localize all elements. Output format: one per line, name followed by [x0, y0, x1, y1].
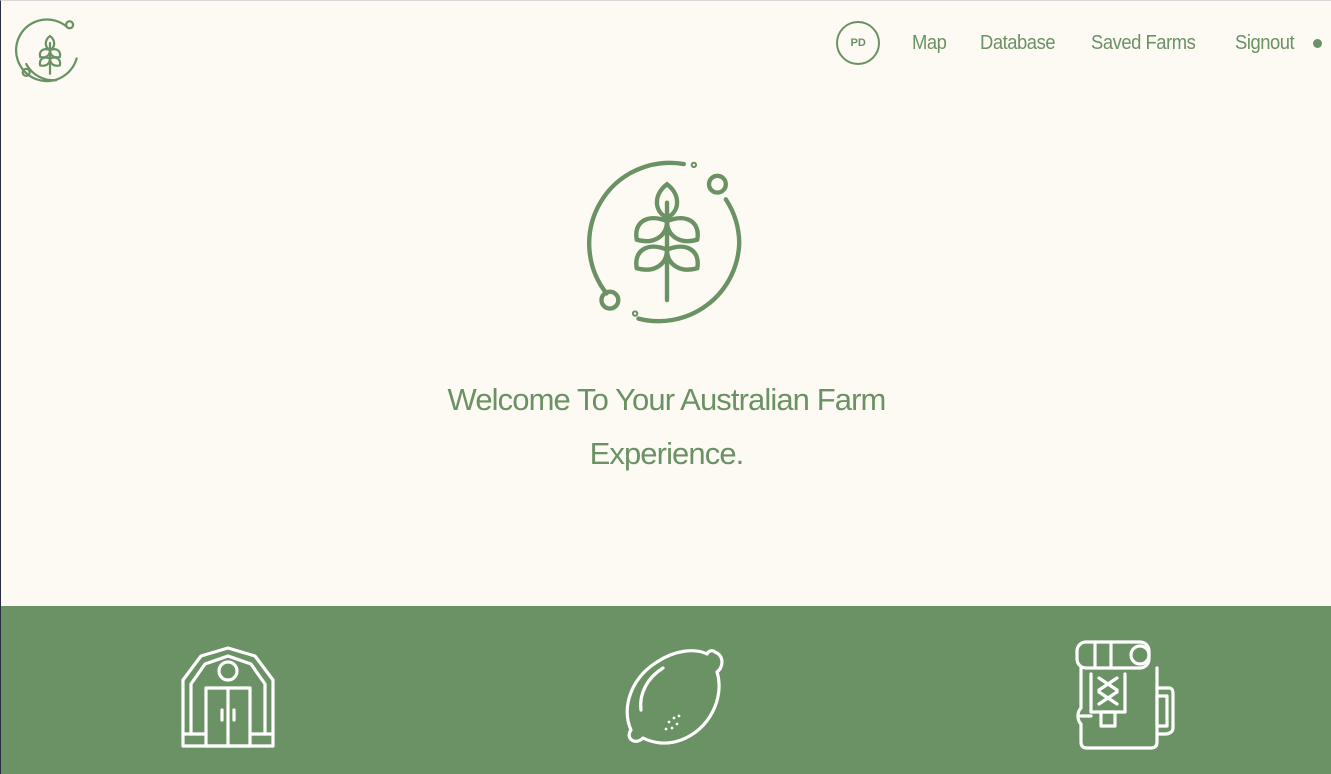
top-navbar: PD Map Database Saved Farms Signout	[1, 1, 1331, 91]
wheat-logo-icon[interactable]	[15, 15, 85, 85]
nav-signout-link[interactable]: Signout	[1235, 32, 1295, 55]
welcome-line-1: Welcome To Your Australian Farm	[447, 382, 887, 417]
barn-icon[interactable]	[173, 638, 283, 750]
feature-band	[1, 606, 1331, 774]
nav-database-link[interactable]: Database	[980, 32, 1056, 55]
nav-saved-farms-link[interactable]: Saved Farms	[1091, 32, 1196, 55]
main-nav: PD Map Database Saved Farms Signout	[836, 19, 1322, 67]
welcome-line-2: Experience.	[589, 436, 745, 471]
lemon-icon[interactable]	[621, 638, 731, 750]
status-dot	[1313, 38, 1322, 48]
welcome-heading: Welcome To Your Australian Farm Experien…	[1, 373, 1331, 481]
backpack-icon[interactable]	[1069, 638, 1179, 750]
hero-wheat-logo-icon	[587, 160, 742, 324]
page: PD Map Database Saved Farms Signout Welc…	[0, 0, 1331, 774]
nav-map-link[interactable]: Map	[912, 32, 947, 55]
avatar[interactable]: PD	[836, 21, 881, 65]
